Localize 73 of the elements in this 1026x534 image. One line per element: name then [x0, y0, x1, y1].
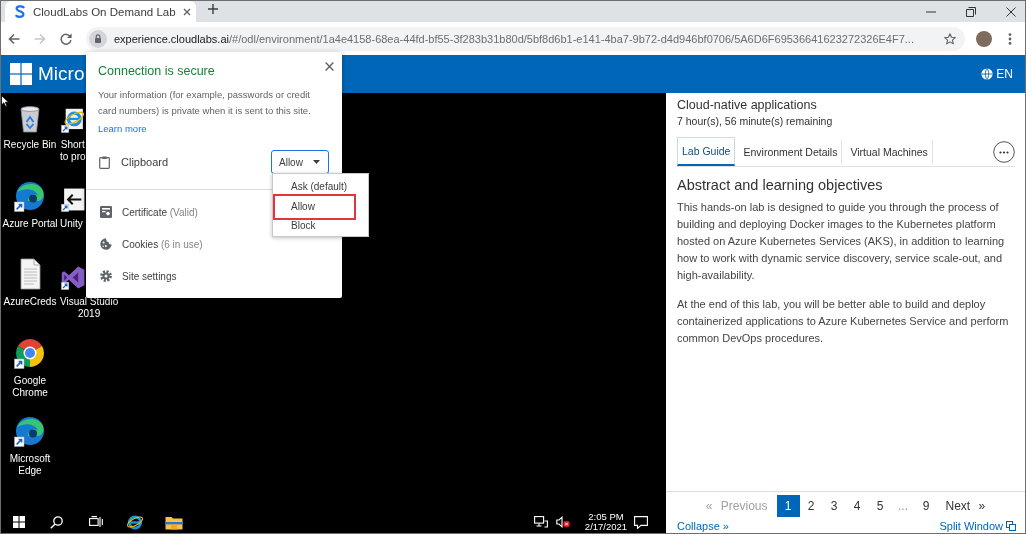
- folder-icon[interactable]: [164, 514, 183, 530]
- desktop-icon-label: Recycle Bin: [3, 139, 57, 151]
- page-link[interactable]: 5: [868, 494, 892, 517]
- plus-icon[interactable]: [208, 4, 218, 14]
- page-link[interactable]: 1: [776, 494, 800, 517]
- settings-icon: [100, 270, 112, 282]
- desktop-icon-label: Google Chrome: [12, 374, 48, 399]
- close-icon[interactable]: [1006, 6, 1016, 17]
- minimize-icon[interactable]: [926, 10, 936, 13]
- wave-logo-icon[interactable]: [14, 415, 46, 447]
- windows-logo-icon: [10, 63, 32, 85]
- address-field[interactable]: experience.cloudlabs.ai/#/odl/environment/1a4e4158-68ea-44fd-bf55-3f283b31b80d/5bf8d6b1-e141-4ba7-9b72-d4d946bf0706/5A6D6F69536641623272326E4F7...: [86, 26, 965, 51]
- wave-logo-icon[interactable]: [14, 179, 46, 212]
- browser-logo-icon[interactable]: [125, 513, 144, 531]
- ribbon-logo-icon[interactable]: [61, 265, 86, 290]
- desktop-icon-label: Azure Portal: [2, 217, 58, 230]
- restore-icon[interactable]: [966, 6, 976, 17]
- network-icon[interactable]: [534, 516, 548, 528]
- caret-down-icon: [313, 160, 320, 164]
- back-arrow-icon[interactable]: [8, 32, 20, 45]
- body-paragraph: At the end of this lab, you will be better able to build and deploy containerized applications to Azure Kubernetes Service and perform common DevOps procedures.: [677, 297, 1010, 346]
- panel-tab[interactable]: Lab Guide: [677, 137, 736, 166]
- site-info-item[interactable]: Certificate (Valid): [86, 196, 198, 228]
- site-info-item[interactable]: Site settings: [86, 260, 177, 292]
- learn-more-link[interactable]: Learn more: [98, 123, 147, 134]
- language-button[interactable]: EN: [981, 67, 1013, 81]
- panel-tab[interactable]: Virtual Machines: [846, 139, 933, 164]
- lock-icon[interactable]: [89, 29, 107, 48]
- lab-title: Cloud-native applications: [677, 97, 818, 113]
- browser-tab[interactable]: CloudLabs On Demand Lab: [5, 1, 196, 22]
- search-icon[interactable]: [50, 515, 63, 529]
- star-icon[interactable]: [944, 32, 956, 45]
- task-view-icon[interactable]: [88, 516, 103, 528]
- body-paragraph: This hands-on lab is designed to guide you through the process of building and deploying Docker images to the Kubernetes platform hosted on Azure Kubernetes Services (AKS), in addition to learning how to work with dynamic service discovery, service scale-out, and high-availability.: [677, 200, 1006, 283]
- more-options-icon[interactable]: [993, 140, 1015, 163]
- desktop-icon-label: AzureCreds: [3, 296, 57, 308]
- page-link[interactable]: 4: [845, 494, 869, 517]
- profile-avatar[interactable]: [976, 30, 992, 47]
- ring-logo-icon[interactable]: [14, 336, 46, 369]
- menu-icon[interactable]: [1008, 32, 1012, 45]
- page-ellipsis: ...: [897, 497, 909, 515]
- collapse-link[interactable]: Collapse »: [677, 519, 729, 533]
- security-description: Your information (for example, passwords or credit card numbers) is private when it is sent to this site.: [97, 88, 312, 118]
- permission-label: Clipboard: [121, 156, 169, 168]
- dropdown-option[interactable]: Allow: [273, 193, 356, 220]
- panel-tab[interactable]: Environment Details: [739, 139, 843, 164]
- cookie-icon: [100, 238, 112, 250]
- swirl-logo-icon: [15, 5, 25, 18]
- speaker-muted-icon[interactable]: [556, 516, 570, 528]
- section-heading: Abstract and learning objectives: [677, 176, 884, 194]
- split-window-link[interactable]: Split Window: [939, 519, 1016, 533]
- close-icon[interactable]: [183, 7, 191, 16]
- browser-logo-icon[interactable]: [61, 108, 86, 133]
- next-link[interactable]: Next »: [945, 498, 986, 513]
- close-icon[interactable]: [325, 62, 334, 71]
- clipboard-icon: [99, 155, 110, 169]
- reload-icon[interactable]: [60, 32, 72, 45]
- certificate-icon: [100, 206, 112, 218]
- brand-name: Micro: [38, 63, 85, 85]
- notification-icon[interactable]: [634, 515, 648, 529]
- time-remaining: 7 hour(s), 56 minute(s) remaining: [677, 114, 834, 128]
- windows-logo-icon[interactable]: [13, 516, 25, 528]
- arrow-tile-icon[interactable]: [61, 186, 86, 212]
- desktop-icon-label: Short to pro: [60, 139, 86, 163]
- globe-icon: [981, 68, 994, 80]
- popup-title: Connection is secure: [98, 64, 215, 78]
- desktop-icon-label: Microsoft Edge: [9, 453, 51, 477]
- page-link[interactable]: 2: [799, 494, 823, 517]
- taskbar-clock[interactable]: 2:05 PM 2/17/2021: [583, 512, 629, 532]
- site-info-item[interactable]: Cookies (6 in use): [86, 228, 203, 260]
- page-link[interactable]: 9: [914, 494, 938, 517]
- page-link[interactable]: 3: [822, 494, 846, 517]
- desktop-icon-label: Unity: [60, 217, 83, 230]
